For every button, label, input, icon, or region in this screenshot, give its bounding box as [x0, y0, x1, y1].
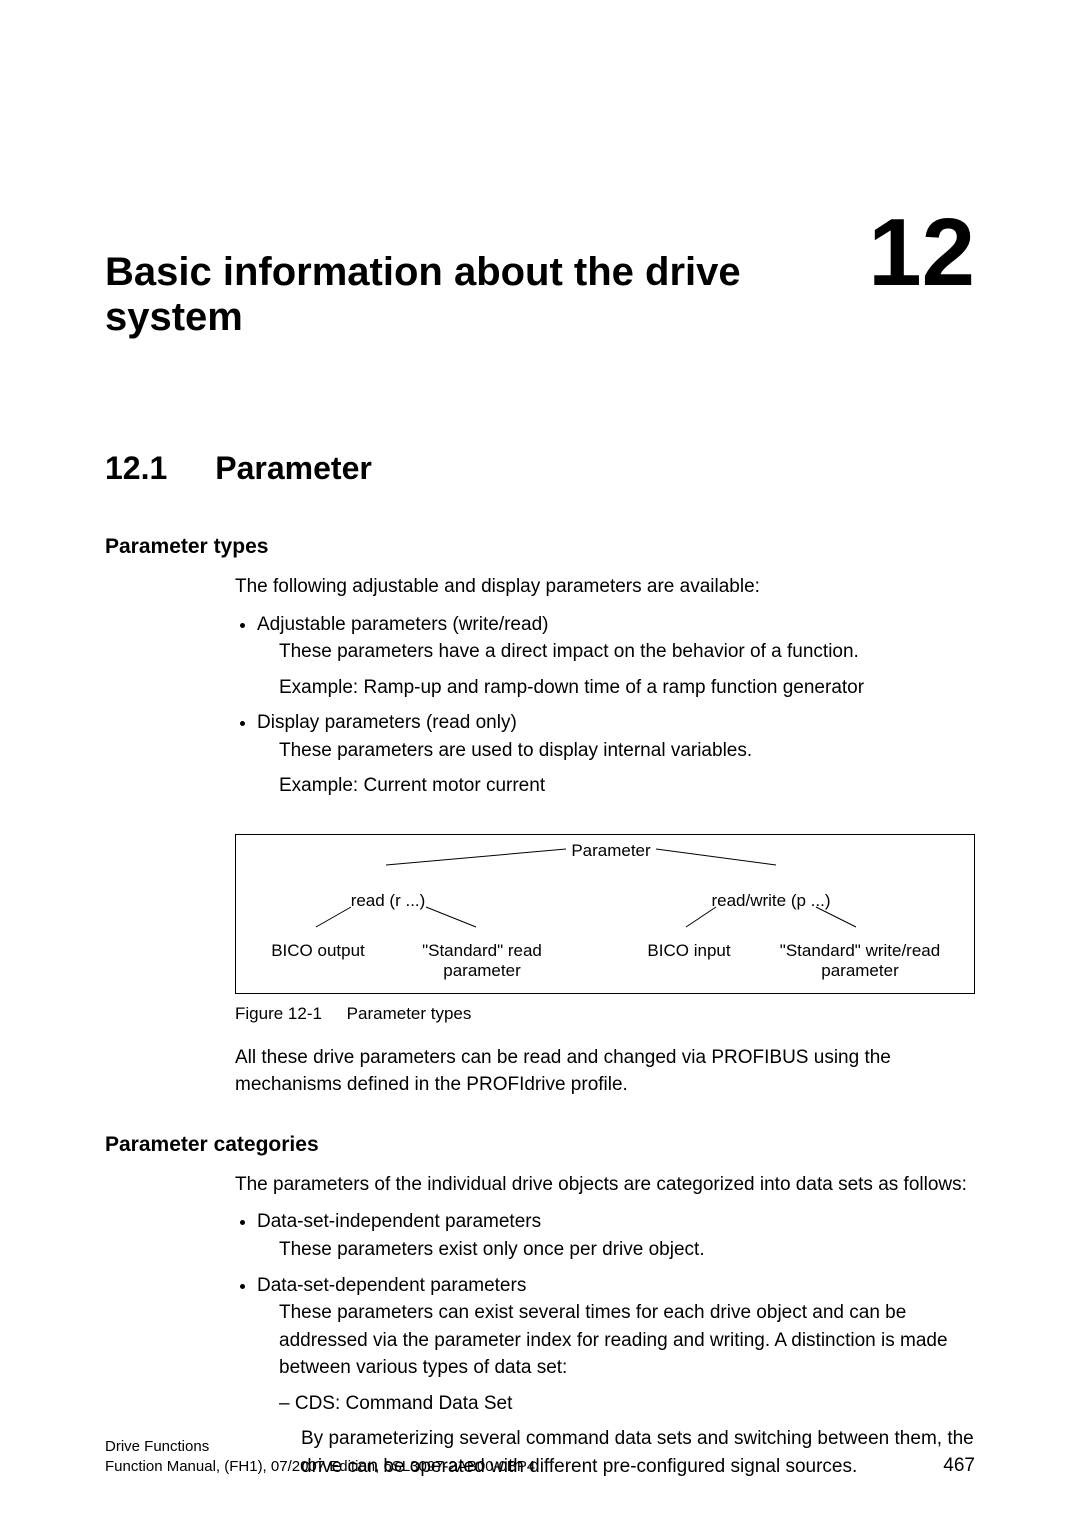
figure-caption: Figure 12-1 Parameter types	[235, 1004, 975, 1024]
parameter-tree-figure: Parameter read (r ...) read/write (p ...…	[235, 834, 975, 994]
diagram-node-standard-write-read: "Standard" write/read parameter	[760, 941, 960, 981]
parameter-tree-diagram: Parameter read (r ...) read/write (p ...…	[235, 834, 975, 994]
parameter-categories-block: Parameter categories The parameters of t…	[105, 1133, 975, 1480]
page: Basic information about the drive system…	[0, 0, 1080, 1527]
footer-left: Drive Functions Function Manual, (FH1), …	[105, 1437, 535, 1478]
diagram-node-readwrite: read/write (p ...)	[706, 891, 836, 911]
bullet-title: Adjustable parameters (write/read)	[257, 614, 548, 635]
diagram-node-bico-input: BICO input	[644, 941, 734, 961]
dash-item: CDS: Command Data Set	[279, 1390, 975, 1418]
parameter-types-intro: The following adjustable and display par…	[235, 573, 975, 601]
parameter-categories-heading: Parameter categories	[105, 1133, 975, 1157]
footer-doc-edition: Function Manual, (FH1), 07/2007 Edition,…	[105, 1457, 535, 1477]
bullet-line: These parameters are used to display int…	[279, 737, 975, 765]
after-figure-paragraph: All these drive parameters can be read a…	[235, 1044, 975, 1099]
list-item: Data-set-independent parameters These pa…	[257, 1208, 975, 1263]
dash-label: CDS: Command Data Set	[295, 1393, 513, 1414]
page-footer: Drive Functions Function Manual, (FH1), …	[105, 1437, 975, 1478]
diagram-node-bico-output: BICO output	[268, 941, 368, 961]
section-title: Parameter	[215, 450, 372, 487]
parameter-types-heading: Parameter types	[105, 535, 975, 559]
bullet-line: Example: Ramp-up and ramp-down time of a…	[279, 674, 975, 702]
bullet-line: These parameters have a direct impact on…	[279, 638, 975, 666]
bullet-line: These parameters can exist several times…	[279, 1299, 975, 1382]
chapter-header: Basic information about the drive system…	[105, 210, 975, 340]
section-header: 12.1 Parameter	[105, 450, 975, 487]
diagram-node-read: read (r ...)	[348, 891, 428, 911]
diagram-node-parameter: Parameter	[566, 841, 656, 861]
chapter-title: Basic information about the drive system	[105, 250, 868, 340]
bullet-title: Data-set-independent parameters	[257, 1211, 541, 1232]
page-number: 467	[943, 1455, 975, 1477]
dash-list: CDS: Command Data Set	[257, 1390, 975, 1418]
bullet-line: Example: Current motor current	[279, 772, 975, 800]
figure-number: Figure 12-1	[235, 1004, 322, 1024]
section-number: 12.1	[105, 450, 167, 487]
list-item: Adjustable parameters (write/read) These…	[257, 611, 975, 702]
chapter-number: 12	[868, 210, 975, 296]
footer-doc-title: Drive Functions	[105, 1437, 535, 1457]
bullet-line: These parameters exist only once per dri…	[279, 1236, 975, 1264]
parameter-types-block: Parameter types The following adjustable…	[105, 535, 975, 800]
bullet-title: Data-set-dependent parameters	[257, 1275, 526, 1296]
list-item: Display parameters (read only) These par…	[257, 709, 975, 800]
parameter-types-list: Adjustable parameters (write/read) These…	[235, 611, 975, 800]
bullet-title: Display parameters (read only)	[257, 712, 517, 733]
diagram-node-standard-read: "Standard" read parameter	[412, 941, 552, 981]
figure-caption-text: Parameter types	[347, 1004, 472, 1023]
parameter-categories-intro: The parameters of the individual drive o…	[235, 1171, 975, 1199]
